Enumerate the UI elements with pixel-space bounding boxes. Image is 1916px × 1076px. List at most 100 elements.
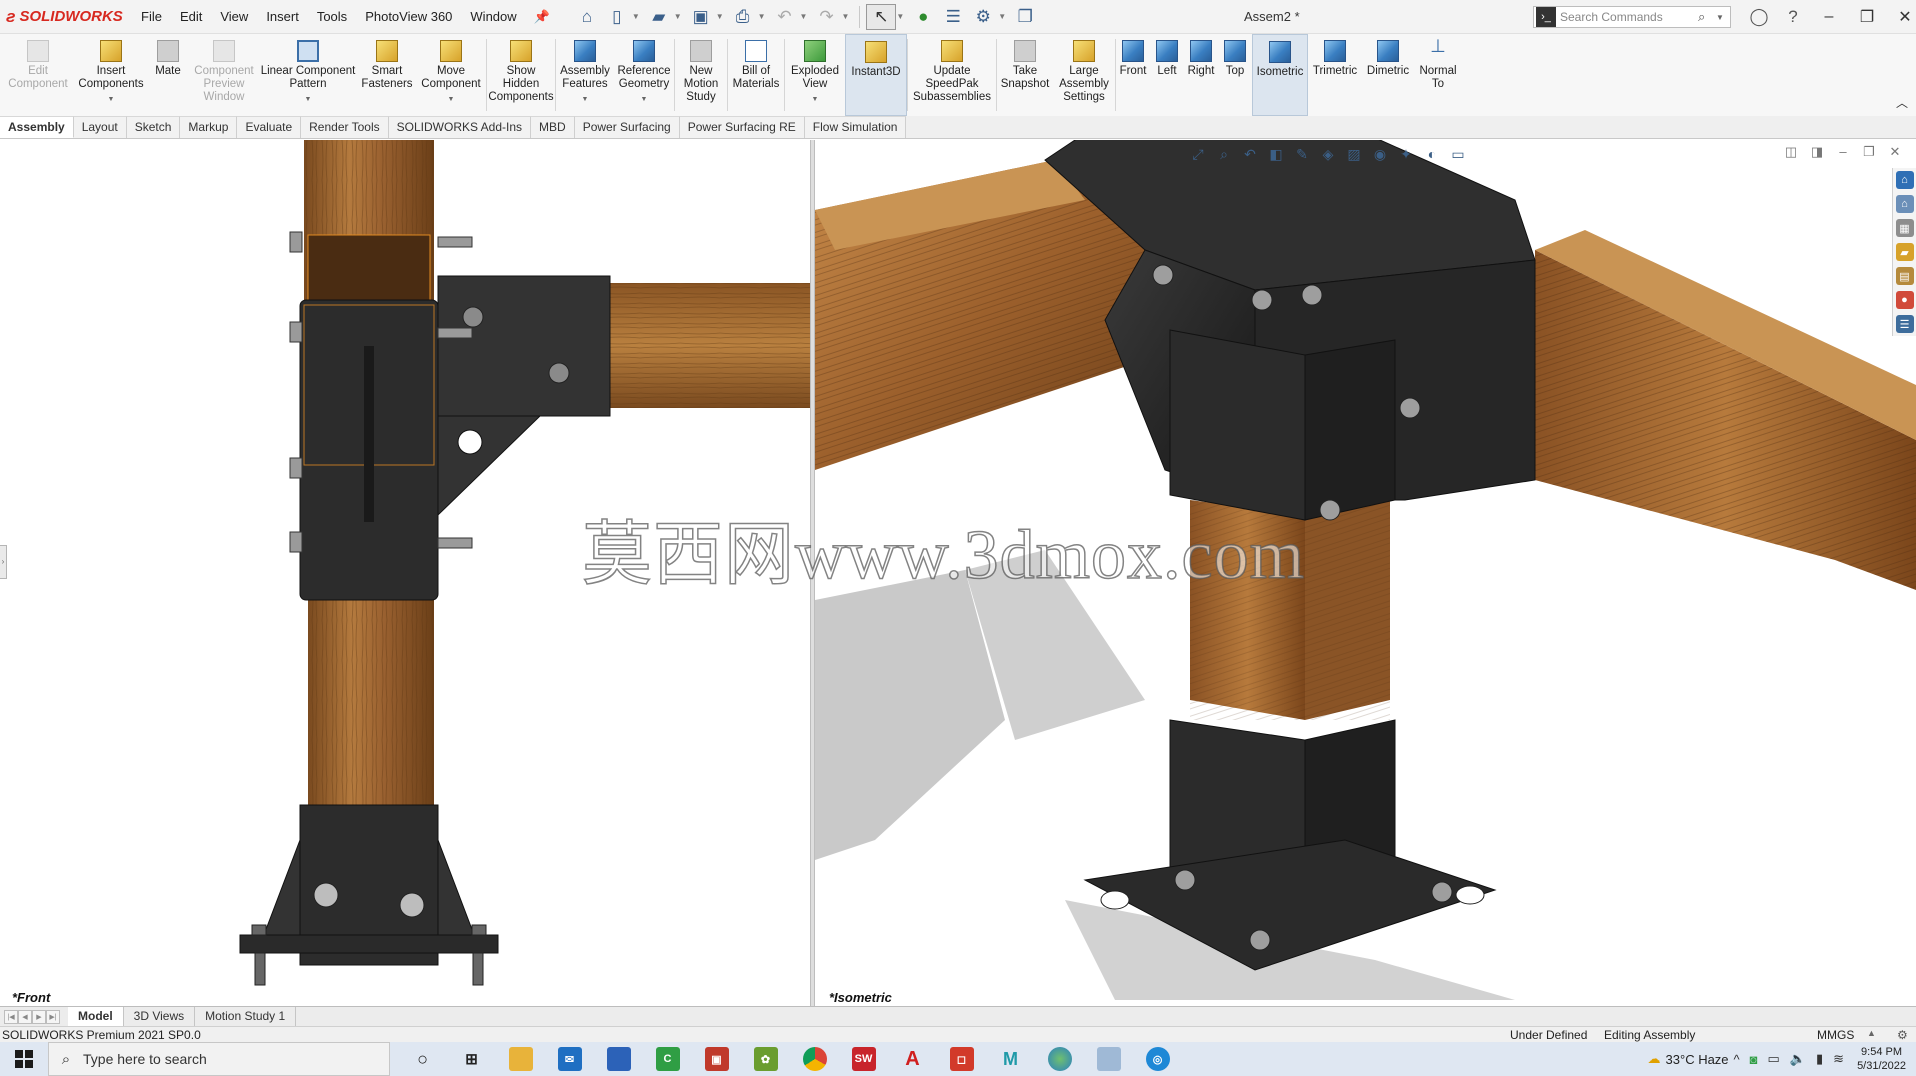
- tab-flow-simulation[interactable]: Flow Simulation: [804, 116, 907, 138]
- tab-sketch[interactable]: Sketch: [126, 116, 181, 138]
- base-plate[interactable]: [239, 934, 499, 954]
- refgeom-dropdown-icon[interactable]: ▼: [641, 93, 648, 106]
- new-motion-study-button[interactable]: New Motion Study: [675, 34, 727, 116]
- insert-dropdown-icon[interactable]: ▼: [108, 93, 115, 106]
- view-right-button[interactable]: Right: [1184, 34, 1218, 116]
- exploded-dropdown-icon[interactable]: ▼: [812, 93, 819, 106]
- print-dropdown-icon[interactable]: ▼: [758, 12, 766, 21]
- save-icon[interactable]: ▣: [686, 4, 716, 30]
- undo-dropdown-icon[interactable]: ▼: [800, 12, 808, 21]
- select-dropdown-icon[interactable]: ▼: [896, 12, 904, 21]
- menu-window[interactable]: Window: [461, 0, 525, 34]
- m-app[interactable]: M: [986, 1042, 1035, 1076]
- tab-motion-study-1[interactable]: Motion Study 1: [195, 1007, 297, 1026]
- reference-geometry-button[interactable]: Reference Geometry ▼: [614, 34, 674, 116]
- globe-app[interactable]: [1035, 1042, 1084, 1076]
- print-icon[interactable]: ⎙: [728, 4, 758, 30]
- menu-photoview[interactable]: PhotoView 360: [356, 0, 461, 34]
- previous-view-icon[interactable]: ↶: [1239, 144, 1261, 164]
- new-dropdown-icon[interactable]: ▼: [632, 12, 640, 21]
- chrome-app[interactable]: [790, 1042, 839, 1076]
- column-upper-sleeve-side[interactable]: [1304, 339, 1396, 521]
- exploded-view-button[interactable]: Exploded View ▼: [785, 34, 845, 116]
- redo-icon[interactable]: ↷: [811, 4, 841, 30]
- acrobat-app[interactable]: A: [888, 1042, 937, 1076]
- tab-assembly[interactable]: Assembly: [0, 116, 74, 138]
- collapse-ribbon-icon[interactable]: ︿: [1896, 94, 1908, 111]
- hide-show-items-icon[interactable]: ◉: [1369, 144, 1391, 164]
- tab-mbd[interactable]: MBD: [531, 116, 575, 138]
- bolt-hole[interactable]: [457, 429, 483, 455]
- red-app[interactable]: ◻: [937, 1042, 986, 1076]
- battery-icon[interactable]: ▮: [1816, 1051, 1823, 1067]
- smart-fasteners-button[interactable]: Smart Fasteners: [358, 34, 416, 116]
- viewport-link-icon[interactable]: ◫: [1778, 144, 1804, 160]
- tab-model[interactable]: Model: [68, 1007, 124, 1026]
- solidworks-app[interactable]: SW: [839, 1042, 888, 1076]
- cortana-button[interactable]: ○: [398, 1042, 447, 1076]
- options-gear-icon[interactable]: ⚙: [968, 4, 998, 30]
- menu-tools[interactable]: Tools: [308, 0, 356, 34]
- update-speedpak-button[interactable]: Update SpeedPak Subassemblies: [908, 34, 996, 116]
- tab-evaluate[interactable]: Evaluate: [237, 116, 302, 138]
- view-isometric-button[interactable]: Isometric: [1252, 34, 1308, 116]
- restore-icon[interactable]: ❐: [1848, 7, 1886, 27]
- component-preview-button[interactable]: Component Preview Window: [190, 34, 258, 116]
- column-upper-sleeve[interactable]: [1169, 329, 1306, 521]
- viewport-split-icon[interactable]: ◨: [1804, 144, 1830, 160]
- file-properties-icon[interactable]: ☰: [938, 4, 968, 30]
- search-dropdown-icon[interactable]: ▼: [1716, 13, 1730, 22]
- tab-power-surfacing-re[interactable]: Power Surfacing RE: [679, 116, 805, 138]
- dynamic-annotation-icon[interactable]: ✎: [1291, 144, 1313, 164]
- status-settings-icon[interactable]: ⚙: [1897, 1028, 1908, 1042]
- file-explorer-icon[interactable]: ▰: [1895, 243, 1914, 261]
- features-dropdown-icon[interactable]: ▼: [582, 93, 589, 106]
- view-palette-icon[interactable]: ▤: [1895, 267, 1914, 285]
- volume-icon[interactable]: 🔈: [1790, 1051, 1806, 1067]
- move-dropdown-icon[interactable]: ▼: [448, 93, 455, 106]
- undo-icon[interactable]: ↶: [770, 4, 800, 30]
- base-gusset-right[interactable]: [437, 839, 477, 941]
- store-app[interactable]: [594, 1042, 643, 1076]
- units-dropdown-icon[interactable]: ▲: [1867, 1028, 1876, 1038]
- open-dropdown-icon[interactable]: ▼: [674, 12, 682, 21]
- base-bolt-right[interactable]: [399, 892, 425, 918]
- viewport-close-icon[interactable]: ✕: [1882, 144, 1908, 160]
- home-icon[interactable]: ⌂: [1895, 195, 1914, 213]
- close-icon[interactable]: ✕: [1886, 7, 1916, 27]
- options-dropdown-icon[interactable]: ▼: [998, 12, 1006, 21]
- bolt-head[interactable]: [462, 306, 484, 328]
- customize-icon[interactable]: ❐: [1010, 4, 1040, 30]
- view-orientation-icon[interactable]: ◈: [1317, 144, 1339, 164]
- show-hidden-icons-icon[interactable]: ^: [1734, 1052, 1740, 1067]
- wifi-icon[interactable]: ≋: [1833, 1051, 1844, 1067]
- beam-bracket-plate[interactable]: [437, 275, 611, 417]
- recorder-app[interactable]: ▣: [692, 1042, 741, 1076]
- view-top-button[interactable]: Top: [1218, 34, 1252, 116]
- open-folder-icon[interactable]: ▰: [644, 4, 674, 30]
- last-tab-icon[interactable]: ▶|: [46, 1009, 60, 1024]
- user-account-icon[interactable]: ◯: [1742, 7, 1776, 27]
- menu-edit[interactable]: Edit: [171, 0, 211, 34]
- custom-properties-icon[interactable]: ☰: [1895, 315, 1914, 333]
- status-units[interactable]: MMGS: [1817, 1028, 1854, 1042]
- edit-component-button[interactable]: Edit Component: [0, 34, 76, 116]
- viewport-restore-icon[interactable]: ❐: [1856, 144, 1882, 160]
- new-document-icon[interactable]: ▯: [602, 4, 632, 30]
- dimension-app[interactable]: ✿: [741, 1042, 790, 1076]
- tab-solidworks-addins[interactable]: SOLIDWORKS Add-Ins: [388, 116, 532, 138]
- normal-to-button[interactable]: ⊥ Normal To: [1414, 34, 1462, 116]
- pin-menu-icon[interactable]: 📌: [526, 9, 558, 25]
- tab-markup[interactable]: Markup: [180, 116, 238, 138]
- gusset-plate[interactable]: [437, 415, 542, 517]
- apply-scene-icon[interactable]: ◐: [1421, 144, 1443, 164]
- appearances-icon[interactable]: ●: [1895, 291, 1914, 309]
- insert-components-button[interactable]: Insert Components ▼: [76, 34, 146, 116]
- take-snapshot-button[interactable]: Take Snapshot: [997, 34, 1053, 116]
- bolt-head[interactable]: [548, 362, 570, 384]
- tab-layout[interactable]: Layout: [73, 116, 127, 138]
- large-assembly-settings-button[interactable]: Large Assembly Settings: [1053, 34, 1115, 116]
- solidworks-logo[interactable]: ƨ SOLIDWORKS: [0, 7, 132, 27]
- home-icon[interactable]: ⌂: [572, 4, 602, 30]
- redo-dropdown-icon[interactable]: ▼: [841, 12, 849, 21]
